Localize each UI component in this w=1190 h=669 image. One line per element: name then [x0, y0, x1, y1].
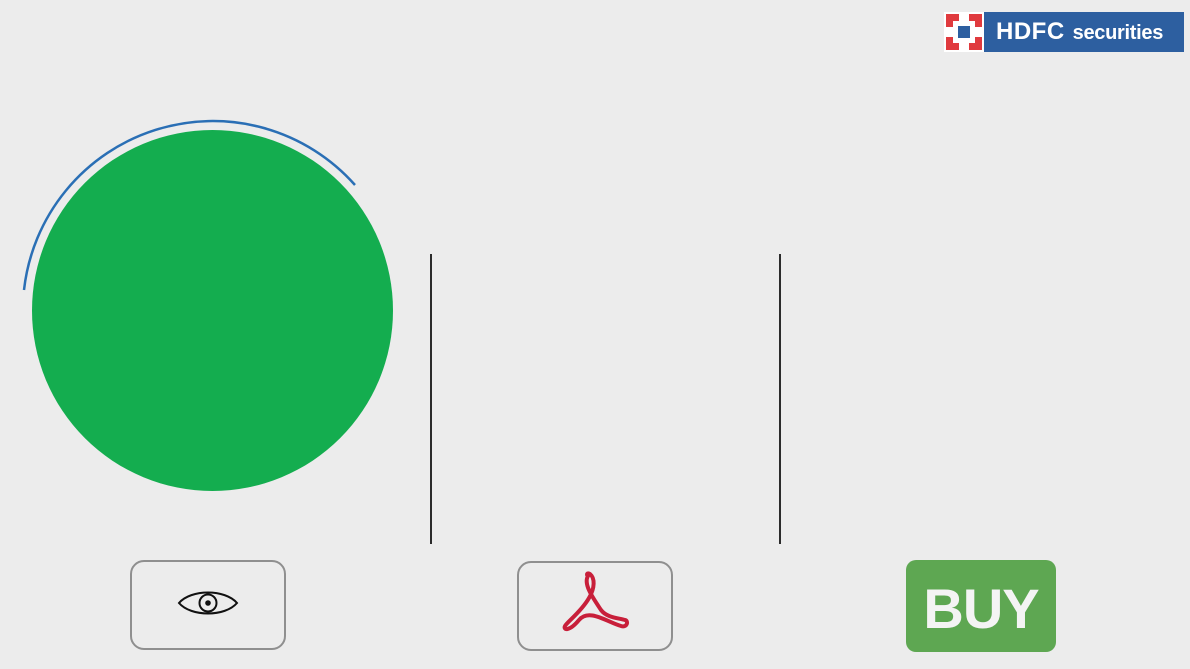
- brand-name: HDFC: [996, 18, 1065, 45]
- status-circle: [32, 130, 393, 491]
- column-divider: [430, 254, 432, 544]
- hdfc-logo-mark-icon: [944, 12, 984, 52]
- pdf-download-button[interactable]: [517, 561, 673, 651]
- acrobat-pdf-icon: [559, 568, 631, 645]
- brand-logo: HDFC securities: [944, 12, 1184, 52]
- brand-suffix: securities: [1072, 22, 1164, 44]
- buy-button[interactable]: BUY: [906, 560, 1056, 652]
- brand-wordmark: HDFC securities: [996, 18, 1163, 46]
- view-button[interactable]: [130, 560, 286, 650]
- column-divider: [779, 254, 781, 544]
- eye-icon: [177, 587, 239, 624]
